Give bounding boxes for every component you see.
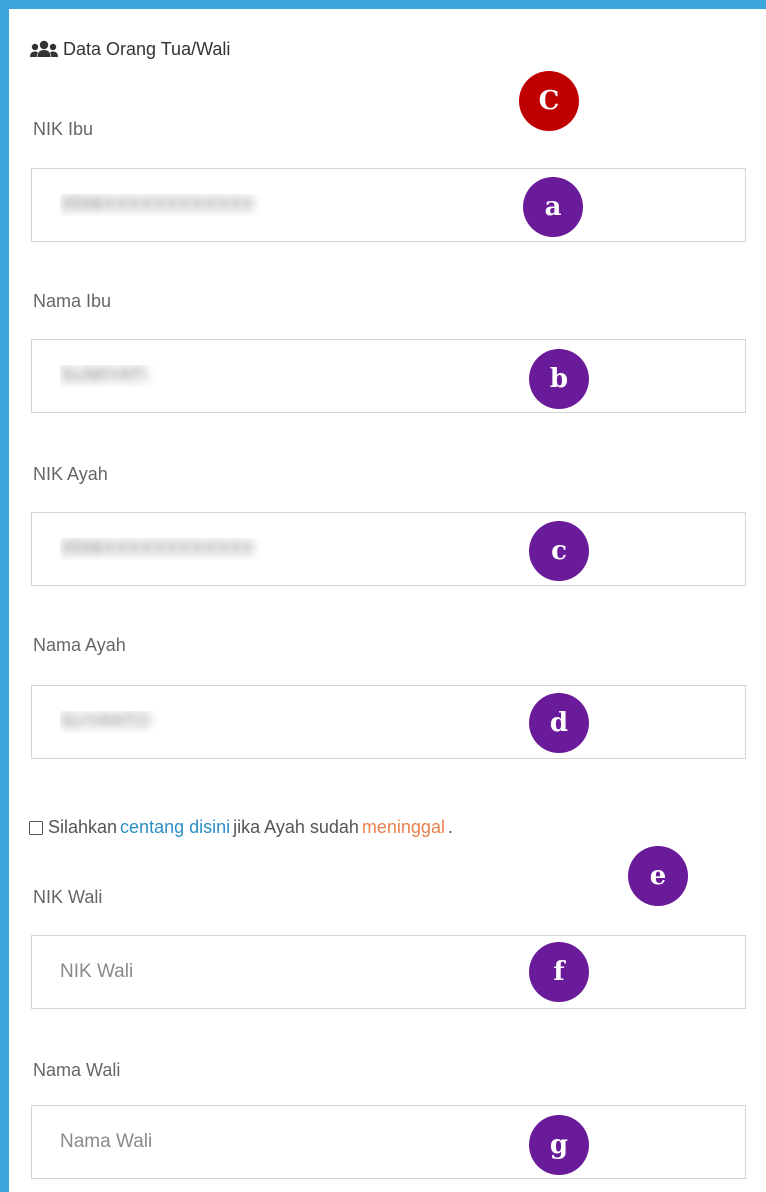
nik-ibu-field[interactable] (31, 168, 746, 242)
annotation-badge-f: f (529, 942, 589, 1002)
nik-ayah-field[interactable] (31, 512, 746, 586)
annotation-badge-e: e (628, 846, 688, 906)
annotation-badge-d: d (529, 693, 589, 753)
checkbox-middle-text: jika Ayah sudah (233, 817, 359, 837)
nama-ibu-label: Nama Ibu (33, 291, 112, 311)
annotation-badge-C: C (519, 71, 579, 131)
nik-ayah-label: NIK Ayah (33, 464, 108, 484)
father-deceased-checkbox[interactable] (29, 820, 43, 835)
nama-ayah-field[interactable] (31, 685, 746, 759)
annotation-badge-c: c (529, 521, 589, 581)
checkbox-prefix-text: Silahkan (48, 817, 118, 837)
section-title: Data Orang Tua/Wali (29, 39, 230, 60)
nik-wali-label: NIK Wali (33, 887, 103, 907)
nama-wali-field[interactable] (31, 1105, 746, 1179)
checkbox-suffix-text: . (447, 817, 453, 837)
nama-wali-label: Nama Wali (33, 1060, 121, 1080)
nik-wali-field[interactable] (31, 935, 746, 1009)
deceased-highlight-text: meninggal (361, 817, 445, 837)
annotation-badge-b: b (529, 349, 589, 409)
father-deceased-row: Silahkan centang disini jika Ayah sudah … (29, 817, 453, 838)
annotation-badge-a: a (523, 177, 583, 237)
nik-ibu-label: NIK Ibu (33, 119, 94, 139)
parent-data-panel: Data Orang Tua/Wali C NIK Ibu a Nama Ibu… (9, 9, 766, 1192)
users-icon (29, 40, 59, 60)
section-title-text: Data Orang Tua/Wali (63, 39, 231, 59)
annotation-badge-g: g (529, 1115, 589, 1175)
check-here-link[interactable]: centang disini (120, 817, 230, 838)
nama-ayah-label: Nama Ayah (33, 635, 126, 655)
nama-ibu-field[interactable] (31, 339, 746, 413)
